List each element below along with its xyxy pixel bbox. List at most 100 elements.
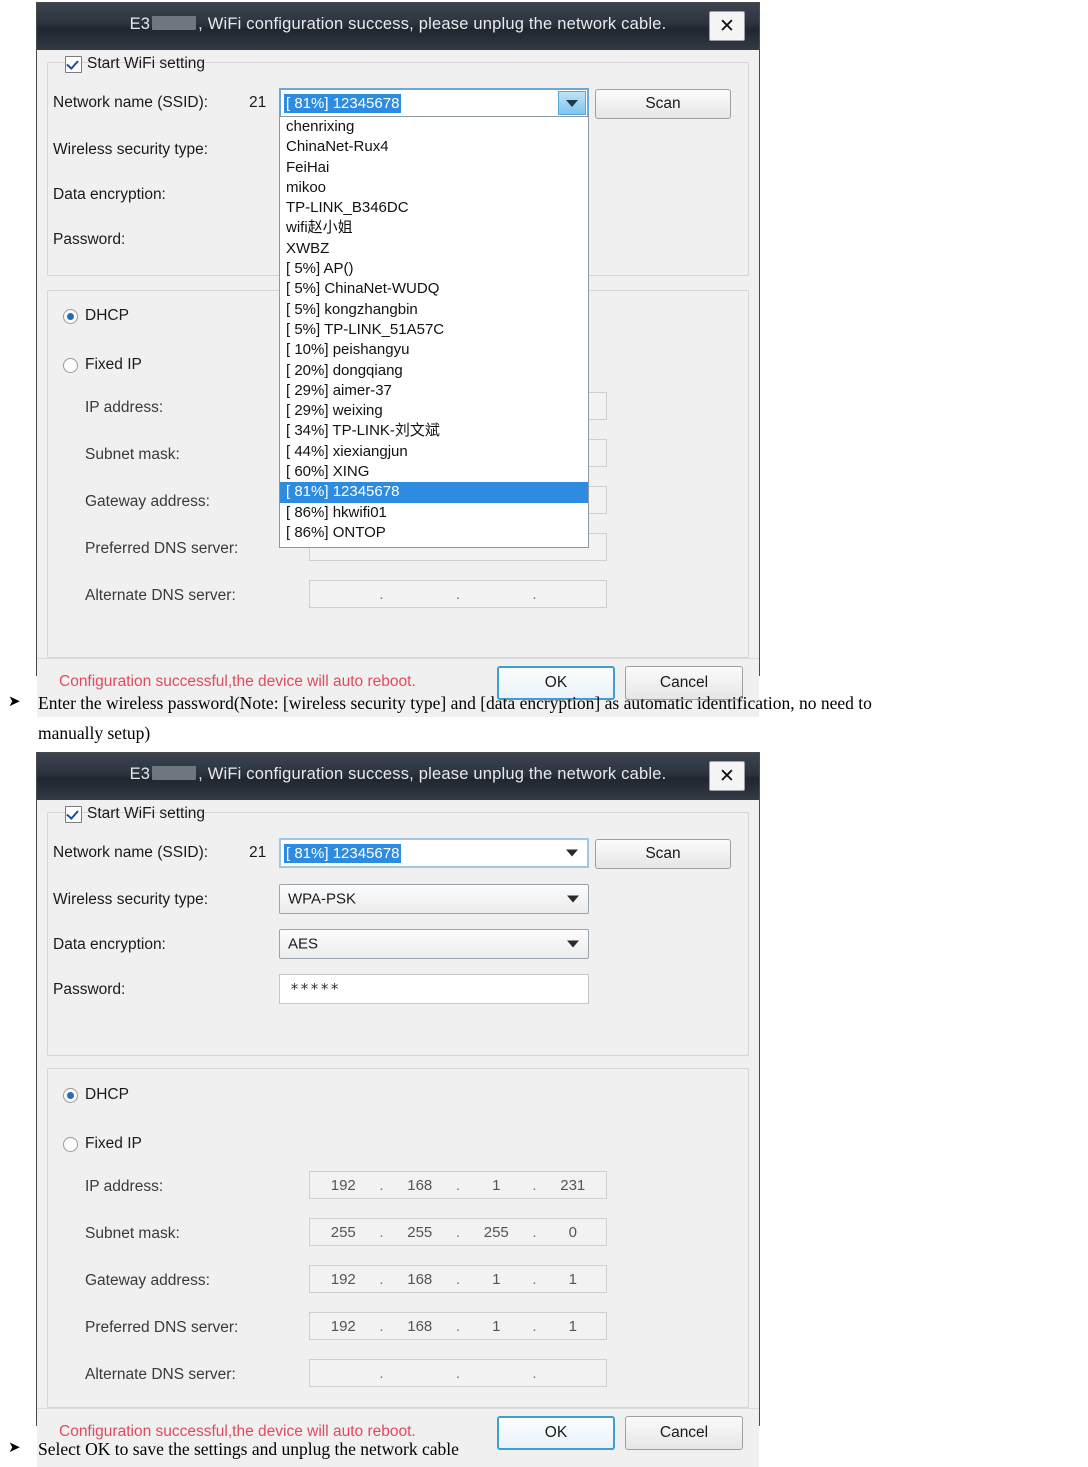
ssid-list-item[interactable]: [ 44%] xiexiangjun [280, 442, 588, 462]
ssid-count-1: 21 [249, 94, 267, 111]
ip-separator: . [379, 1176, 384, 1194]
ip-octet[interactable]: 168 [387, 1177, 454, 1194]
ssid-list-item[interactable]: [ 81%] 12345678 [280, 482, 588, 503]
instruction-line-1b: manually setup) [38, 723, 151, 743]
dialog-2-titlebar: E3 , WiFi configuration success, please u… [37, 753, 759, 800]
ssid-count-2: 21 [249, 844, 267, 861]
ip-octet[interactable]: 1 [540, 1271, 607, 1288]
wifi-config-dialog-1: E3 , WiFi configuration success, please u… [36, 2, 760, 717]
fixed-ip-label-2: Fixed IP [85, 1135, 142, 1152]
ssid-list-item[interactable]: TP-LINK_B346DC [280, 198, 588, 218]
ip-octet[interactable]: 1 [463, 1271, 530, 1288]
ssid-list-item[interactable]: [ 29%] weixing [280, 401, 588, 421]
redacted-block [152, 766, 197, 780]
chevron-down-icon[interactable] [567, 940, 579, 948]
ssid-dropdown-list[interactable]: chenrixing ChinaNet-Rux4 FeiHai mikoo TP-LIN… [279, 116, 589, 548]
ssid-list-item[interactable]: XWBZ [280, 239, 588, 259]
dhcp-radio-2[interactable] [63, 1088, 78, 1103]
ok-button-2[interactable]: OK [497, 1416, 615, 1450]
ssid-list-item[interactable]: [ 60%] XING [280, 462, 588, 482]
ssid-list-item[interactable]: [ 5%] AP() [280, 259, 588, 279]
start-wifi-checkbox-2[interactable] [65, 806, 82, 823]
chevron-down-icon[interactable] [567, 895, 579, 903]
dialog-1-title-rest: , WiFi configuration success, please unp… [198, 15, 667, 33]
ssid-list-item[interactable]: mikoo [280, 178, 588, 198]
subnet-mask-field-2[interactable]: 255. 255. 255. 0 [309, 1218, 607, 1246]
ip-address-field-2[interactable]: 192. 168. 1. 231 [309, 1171, 607, 1199]
ssid-dropdown-arrow-1[interactable] [558, 91, 586, 115]
security-type-label-1: Wireless security type: [53, 141, 209, 158]
dialog-1-titlebar: E3 , WiFi configuration success, please u… [37, 3, 759, 50]
ip-octet[interactable]: 1 [463, 1318, 530, 1335]
ip-separator: . [532, 1270, 537, 1288]
password-value: ***** [290, 980, 341, 998]
wifi-config-dialog-2: E3 , WiFi configuration success, please u… [36, 752, 760, 1467]
close-icon[interactable]: ✕ [709, 11, 745, 41]
ip-octet[interactable]: 168 [387, 1318, 454, 1335]
fixed-ip-radio-2[interactable] [63, 1137, 78, 1152]
ssid-combo-input-1[interactable]: [ 81%] 12345678 [279, 88, 589, 118]
data-encryption-value: AES [288, 935, 319, 953]
start-wifi-checkbox-1[interactable] [65, 56, 82, 73]
fixed-ip-radio-1[interactable] [63, 358, 78, 373]
ip-separator: . [532, 1223, 537, 1241]
ssid-list-item[interactable]: [ 86%] hkwifi01 [280, 503, 588, 523]
cancel-button-2[interactable]: Cancel [625, 1416, 743, 1450]
ssid-list-item[interactable]: chenrixing [280, 117, 588, 137]
start-wifi-label-2: Start WiFi setting [87, 805, 205, 822]
ssid-list-item[interactable]: [ 34%] TP-LINK-刘文斌 [280, 421, 588, 441]
security-type-value: WPA-PSK [288, 890, 357, 908]
security-type-label-2: Wireless security type: [53, 891, 209, 908]
ip-octet[interactable]: 192 [310, 1318, 377, 1335]
ip-octet[interactable]: 1 [463, 1177, 530, 1194]
ip-octet[interactable]: 168 [387, 1271, 454, 1288]
password-label-2: Password: [53, 981, 126, 998]
ip-octet[interactable]: 255 [463, 1224, 530, 1241]
gateway-field-2[interactable]: 192. 168. 1. 1 [309, 1265, 607, 1293]
scan-button-2[interactable]: Scan [595, 839, 731, 869]
ssid-list-item[interactable]: [ 5%] TP-LINK_51A57C [280, 320, 588, 340]
ip-address-label-1: IP address: [85, 399, 164, 416]
password-field-2[interactable]: ***** [279, 974, 589, 1004]
subnet-mask-label-2: Subnet mask: [85, 1225, 180, 1242]
password-label-1: Password: [53, 231, 126, 248]
ip-octet[interactable]: 0 [540, 1224, 607, 1241]
alternate-dns-field-1[interactable]: . . . [309, 580, 607, 608]
ssid-list-item[interactable]: ChinaNet-Rux4 [280, 137, 588, 157]
ssid-list-item[interactable]: [ 5%] ChinaNet-WUDQ [280, 279, 588, 299]
ssid-label-1: Network name (SSID): [53, 94, 209, 111]
ip-octet[interactable]: 192 [310, 1177, 377, 1194]
ssid-list-item[interactable]: [ 10%] peishangyu [280, 340, 588, 360]
instruction-line-1: Enter the wireless password(Note: [wirel… [38, 693, 872, 713]
ip-separator: . [379, 1364, 384, 1382]
close-icon[interactable]: ✕ [709, 761, 745, 791]
ip-separator: . [379, 1270, 384, 1288]
chevron-down-icon[interactable] [566, 849, 578, 857]
ip-octet[interactable]: 192 [310, 1271, 377, 1288]
ssid-list-item[interactable]: [ 5%] kongzhangbin [280, 300, 588, 320]
bullet-icon-2: ➤ [8, 1438, 21, 1456]
ssid-list-item[interactable]: FeiHai [280, 158, 588, 178]
data-encryption-combo-2[interactable]: AES [279, 929, 589, 959]
ip-separator: . [455, 585, 461, 603]
scan-button-1[interactable]: Scan [595, 89, 731, 119]
ip-separator: . [532, 1317, 537, 1335]
ssid-list-item[interactable]: [ 29%] aimer-37 [280, 381, 588, 401]
dialog-1-title: E3 , WiFi configuration success, please u… [37, 15, 759, 34]
gateway-label-1: Gateway address: [85, 493, 210, 510]
ip-octet[interactable]: 1 [540, 1318, 607, 1335]
dialog-2-title-rest: , WiFi configuration success, please unp… [198, 765, 667, 783]
ip-separator: . [455, 1223, 461, 1241]
ssid-list-item[interactable]: [ 86%] ONTOP [280, 523, 588, 543]
security-type-combo-2[interactable]: WPA-PSK [279, 884, 589, 914]
dhcp-radio-1[interactable] [63, 309, 78, 324]
ip-octet[interactable]: 231 [540, 1177, 607, 1194]
dialog-1-title-prefix: E3 [129, 15, 151, 33]
preferred-dns-field-2[interactable]: 192. 168. 1. 1 [309, 1312, 607, 1340]
ip-octet[interactable]: 255 [310, 1224, 377, 1241]
alternate-dns-field-2[interactable]: ... [309, 1359, 607, 1387]
ssid-list-item[interactable]: wifi赵小姐 [280, 218, 588, 238]
ssid-list-item[interactable]: [ 20%] dongqiang [280, 361, 588, 381]
ssid-combo-2[interactable]: [ 81%] 12345678 [279, 838, 589, 868]
ip-octet[interactable]: 255 [387, 1224, 454, 1241]
